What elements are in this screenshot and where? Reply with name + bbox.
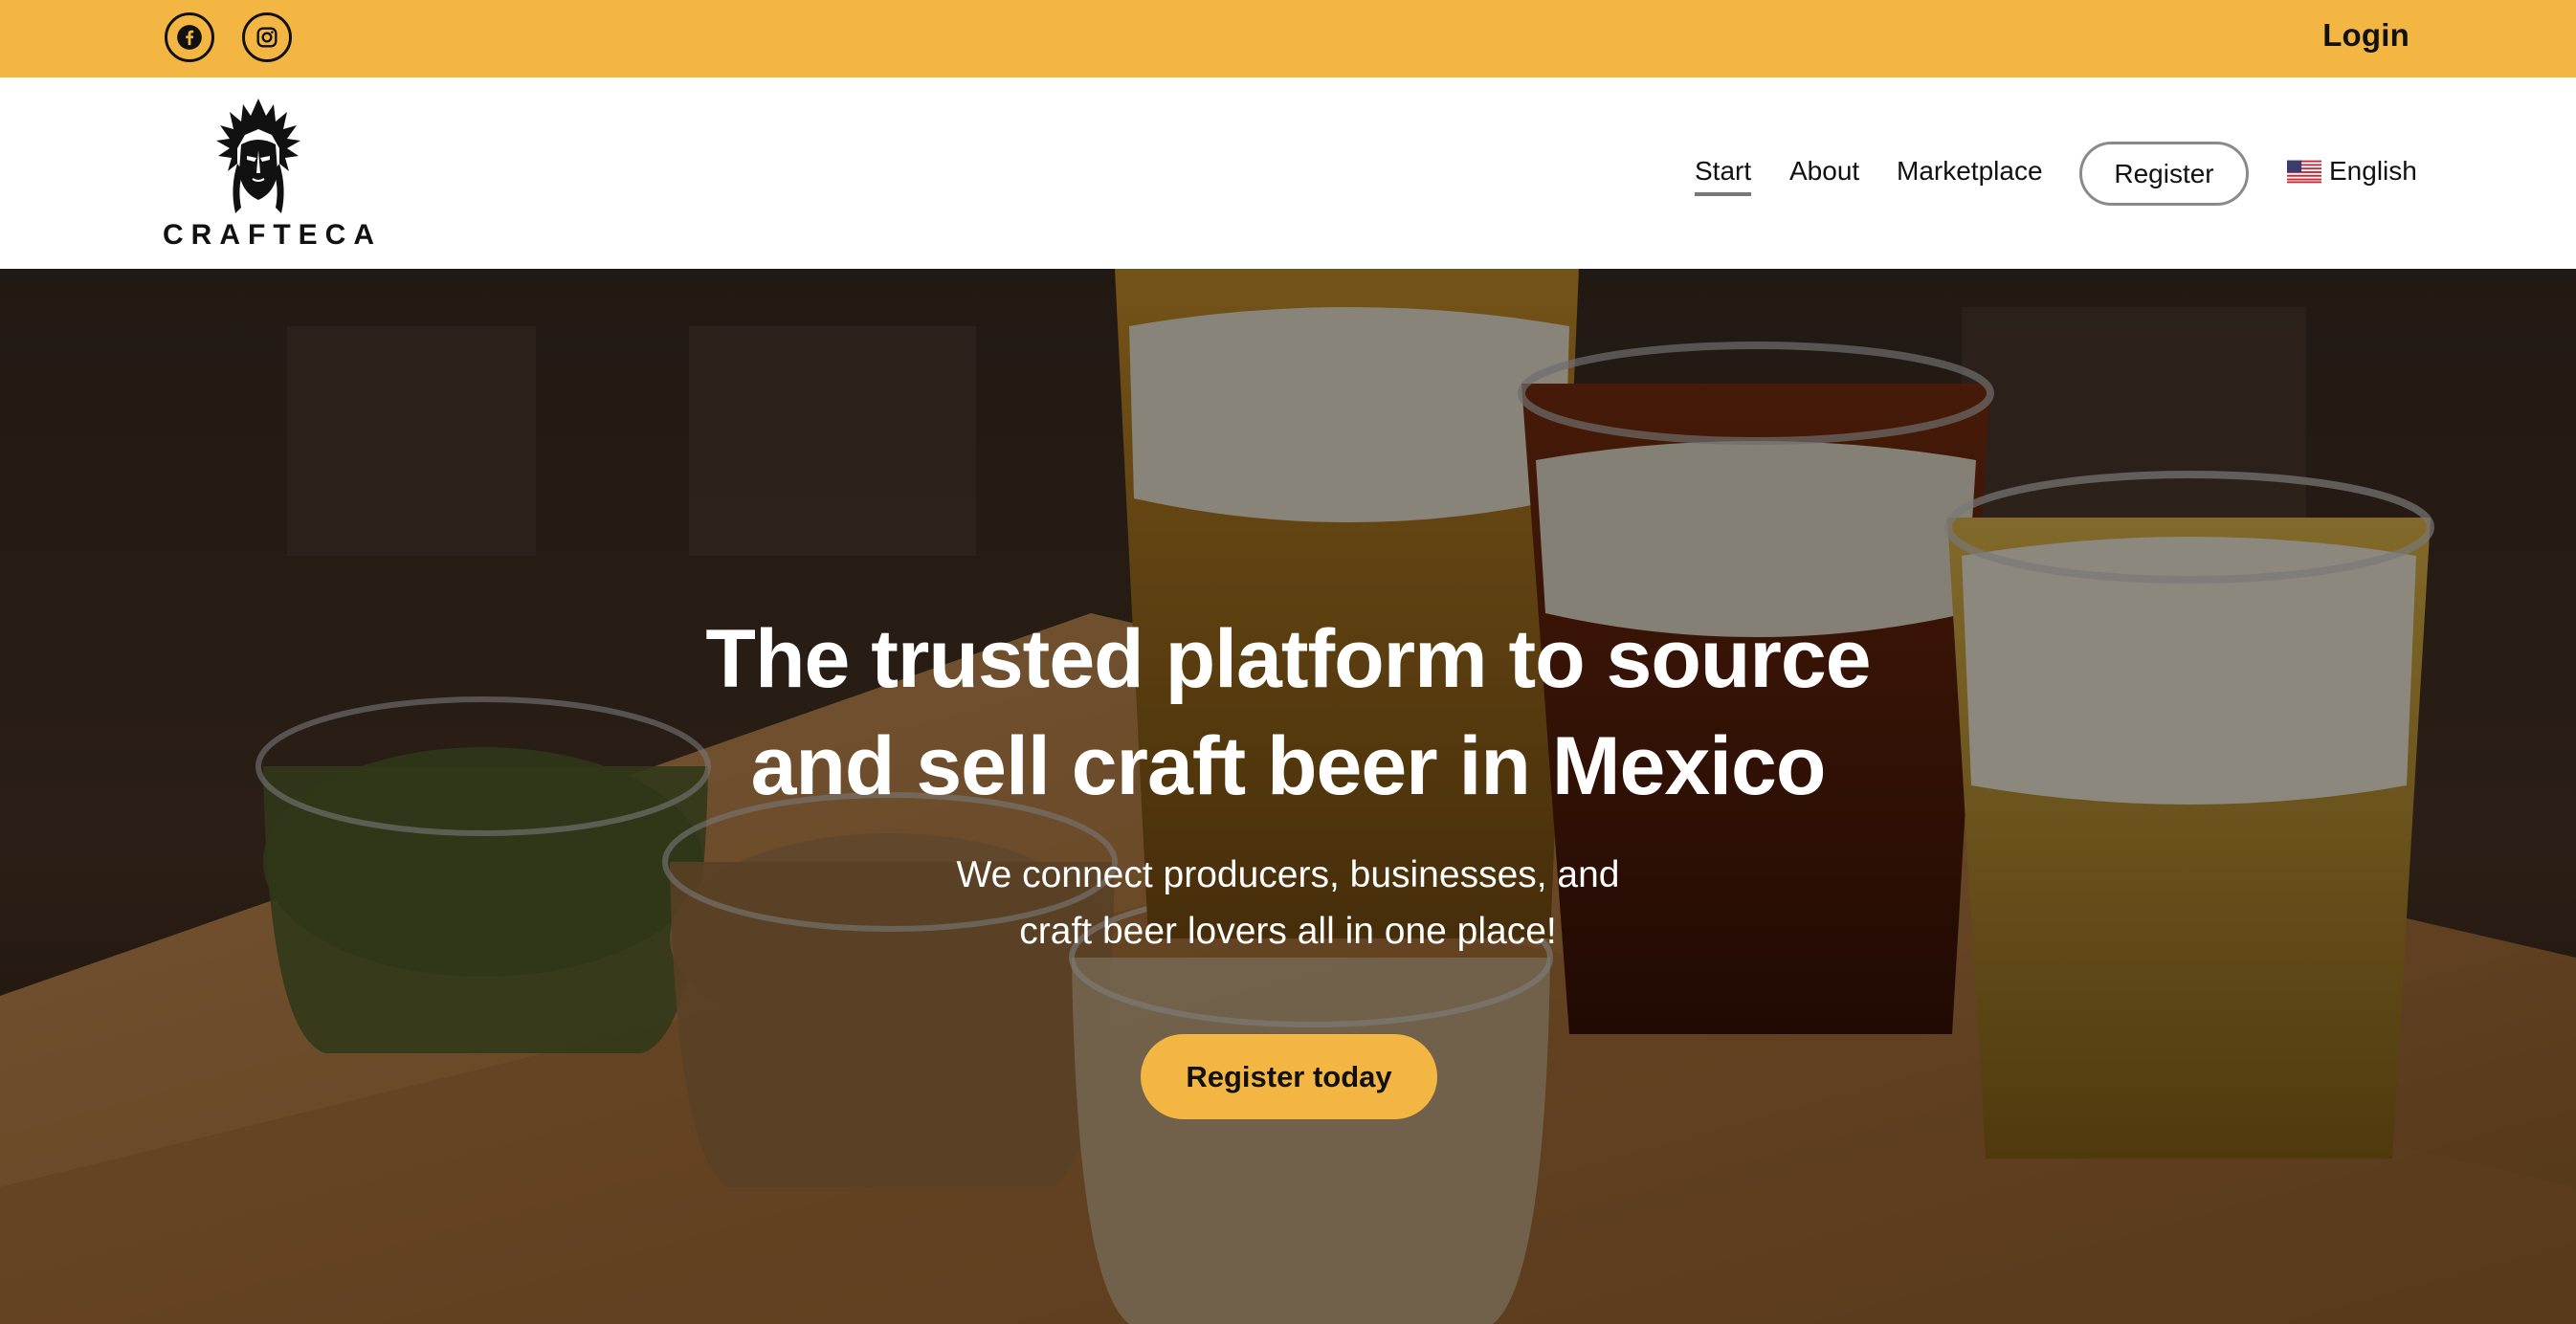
hero-title-line-2: and sell craft beer in Mexico: [750, 720, 1827, 812]
hero-subtitle-line-1: We connect producers, businesses, and: [956, 854, 1620, 895]
hero-section: The trusted platform to source and sell …: [0, 269, 2576, 1324]
language-selector[interactable]: English: [2287, 156, 2417, 187]
instagram-icon[interactable]: [242, 12, 292, 62]
nav-start[interactable]: Start: [1695, 156, 1752, 196]
us-flag-icon: [2287, 160, 2321, 183]
top-bar: Login: [0, 0, 2576, 77]
language-label: English: [2329, 156, 2417, 186]
active-underline: [1695, 192, 1752, 196]
hero-title-line-1: The trusted platform to source: [705, 613, 1871, 705]
hero-subtitle: We connect producers, businesses, and cr…: [810, 847, 1766, 960]
aztec-warrior-logo-icon: [216, 99, 300, 213]
nav-about[interactable]: About: [1789, 156, 1859, 187]
hero-subtitle-line-2: craft beer lovers all in one place!: [1019, 911, 1557, 952]
hero-title: The trusted platform to source and sell …: [522, 606, 2054, 820]
logo-wordmark: CRAFTECA: [163, 219, 382, 251]
facebook-glyph: [177, 25, 202, 50]
login-link[interactable]: Login: [2322, 17, 2409, 54]
crafteca-logo[interactable]: CRAFTECA: [163, 97, 382, 259]
nav-marketplace[interactable]: Marketplace: [1897, 156, 2043, 187]
site-header: CRAFTECA Start About Marketplace Registe…: [0, 77, 2576, 269]
nav-start-label: Start: [1695, 156, 1752, 186]
facebook-icon[interactable]: [165, 12, 214, 62]
register-button[interactable]: Register: [2079, 142, 2249, 206]
register-today-button[interactable]: Register today: [1141, 1034, 1437, 1119]
instagram-glyph: [256, 27, 278, 48]
